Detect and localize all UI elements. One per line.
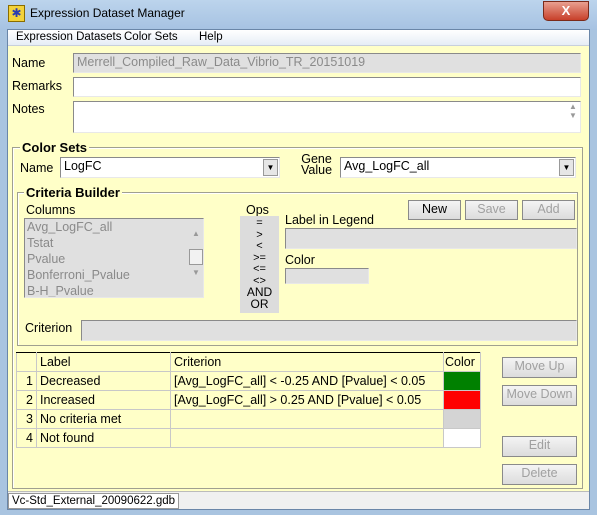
row-criterion[interactable]: [Avg_LogFC_all] < -0.25 AND [Pvalue] < 0…	[170, 371, 444, 391]
row-label[interactable]: Decreased	[36, 371, 171, 391]
table-row: 3 No criteria met	[16, 409, 481, 429]
add-button[interactable]: Add	[522, 200, 575, 220]
window-title: Expression Dataset Manager	[30, 6, 185, 20]
column-item[interactable]: Bonferroni_Pvalue	[27, 267, 201, 283]
color-set-name-label: Name	[20, 161, 54, 175]
row-index: 2	[16, 390, 37, 410]
gene-value-value: Avg_LogFC_all	[344, 159, 430, 173]
criteria-builder-title: Criteria Builder	[24, 185, 122, 200]
ops-label: Ops	[246, 203, 269, 217]
label-in-legend-label: Label in Legend	[285, 213, 374, 227]
notes-scrollbar[interactable]: ▲ ▼	[566, 102, 580, 132]
name-label: Name	[12, 56, 46, 70]
move-up-button[interactable]: Move Up	[502, 357, 577, 378]
edit-button[interactable]: Edit	[502, 436, 577, 457]
row-color-swatch[interactable]	[443, 409, 481, 429]
row-label[interactable]: Not found	[36, 428, 171, 448]
menu-color-sets[interactable]: Color Sets	[124, 31, 178, 43]
chevron-down-icon[interactable]: ▼	[263, 159, 278, 176]
criterion-label: Criterion	[25, 321, 73, 335]
header-index	[16, 352, 37, 372]
color-label: Color	[285, 253, 315, 267]
color-swatch-field[interactable]	[285, 268, 369, 284]
color-set-table: Label Criterion Color 1 Decreased [Avg_Log…	[16, 352, 481, 448]
move-down-button[interactable]: Move Down	[502, 385, 577, 406]
status-bar: Vc-Std_External_20090622.gdb	[8, 491, 589, 509]
menu-bar: Expression Datasets Color Sets Help	[8, 30, 589, 46]
notes-field[interactable]: ▲ ▼	[73, 101, 581, 133]
notes-label: Notes	[12, 102, 45, 116]
table-header: Label Criterion Color	[16, 352, 481, 372]
row-label[interactable]: Increased	[36, 390, 171, 410]
menu-help[interactable]: Help	[199, 31, 223, 43]
row-criterion[interactable]	[170, 428, 444, 448]
row-index: 3	[16, 409, 37, 429]
header-color[interactable]: Color	[443, 352, 481, 372]
gene-value-dropdown[interactable]: Avg_LogFC_all ▼	[340, 157, 576, 178]
op-equals[interactable]: =	[240, 217, 279, 230]
row-color-swatch[interactable]	[443, 428, 481, 448]
remarks-label: Remarks	[12, 79, 63, 93]
criterion-field[interactable]	[81, 320, 577, 341]
row-index: 1	[16, 371, 37, 391]
column-item[interactable]: Tstat	[27, 235, 201, 251]
remarks-field[interactable]	[73, 77, 581, 97]
row-index: 4	[16, 428, 37, 448]
op-or[interactable]: OR	[240, 298, 279, 311]
header-criterion[interactable]: Criterion	[170, 352, 444, 372]
status-database: Vc-Std_External_20090622.gdb	[8, 493, 180, 509]
op-less[interactable]: <	[240, 240, 279, 253]
label-in-legend-field[interactable]	[285, 228, 577, 249]
columns-label: Columns	[26, 203, 76, 217]
row-color-swatch[interactable]	[443, 371, 481, 391]
color-sets-title: Color Sets	[20, 140, 90, 155]
header-label[interactable]: Label	[36, 352, 171, 372]
row-criterion[interactable]: [Avg_LogFC_all] > 0.25 AND [Pvalue] < 0.…	[170, 390, 444, 410]
color-set-name-dropdown[interactable]: LogFC ▼	[60, 157, 280, 178]
column-item[interactable]: Pvalue	[27, 251, 201, 267]
table-row: 2 Increased [Avg_LogFC_all] > 0.25 AND [Pv…	[16, 390, 481, 410]
row-color-swatch[interactable]	[443, 390, 481, 410]
name-field[interactable]: Merrell_Compiled_Raw_Data_Vibrio_TR_2015…	[73, 53, 581, 73]
table-row: 4 Not found	[16, 428, 481, 448]
row-criterion[interactable]	[170, 409, 444, 429]
table-row: 1 Decreased [Avg_LogFC_all] < -0.25 AND [P…	[16, 371, 481, 391]
column-item[interactable]: B-H_Pvalue	[27, 283, 201, 297]
columns-list[interactable]: Avg_LogFC_all Tstat Pvalue Bonferroni_Pv…	[24, 218, 204, 298]
close-button[interactable]: X	[543, 1, 589, 21]
save-button[interactable]: Save	[465, 200, 518, 220]
columns-scrollbar[interactable]: ▲ ▼	[189, 219, 203, 297]
chevron-down-icon[interactable]: ▼	[559, 159, 574, 176]
delete-button[interactable]: Delete	[502, 464, 577, 485]
color-set-name-value: LogFC	[64, 159, 102, 173]
app-icon: ✱	[8, 5, 25, 22]
gene-value-label: Gene Value	[301, 152, 333, 177]
op-less-equal[interactable]: <=	[240, 263, 279, 276]
new-button[interactable]: New	[408, 200, 461, 220]
menu-expression-datasets[interactable]: Expression Datasets	[16, 31, 121, 43]
row-label[interactable]: No criteria met	[36, 409, 171, 429]
column-item[interactable]: Avg_LogFC_all	[27, 219, 201, 235]
ops-list: = > < >= <= <> AND OR	[240, 216, 279, 313]
